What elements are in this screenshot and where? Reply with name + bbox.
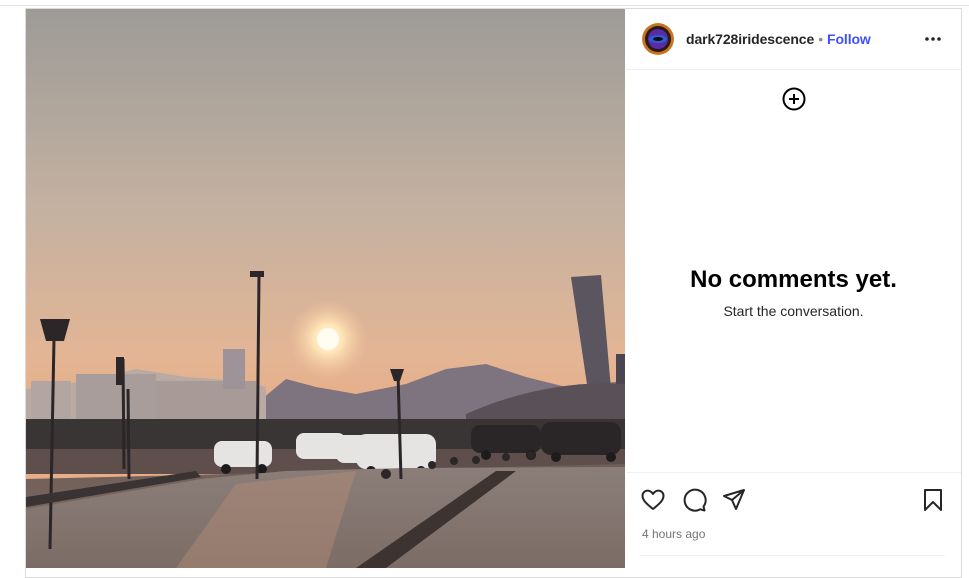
username-link[interactable]: dark728iridescence [686,31,814,47]
more-horizontal-icon[interactable] [923,29,943,49]
post-sidebar: dark728iridescence • Follow No comments ye… [626,9,961,568]
post-header: dark728iridescence • Follow [626,9,961,70]
divider [640,555,945,556]
send-icon[interactable] [721,487,747,513]
comment-bubble-icon[interactable] [681,487,707,513]
avatar[interactable] [642,23,674,55]
plus-circle-icon[interactable] [782,87,806,111]
post-author: dark728iridescence • Follow [686,31,871,47]
post-timestamp[interactable]: 4 hours ago [642,527,705,541]
separator-dot: • [818,31,823,47]
empty-comments-subtitle: Start the conversation. [723,303,864,319]
top-divider [0,5,969,6]
heart-icon[interactable] [640,487,666,513]
post-image[interactable] [26,9,625,568]
bookmark-icon[interactable] [920,487,946,513]
sunset-street-photo [26,9,625,568]
avatar-image [642,23,674,55]
follow-button[interactable]: Follow [827,31,871,47]
empty-comments-title: No comments yet. [690,266,897,293]
post-actions: 4 hours ago [626,472,961,568]
